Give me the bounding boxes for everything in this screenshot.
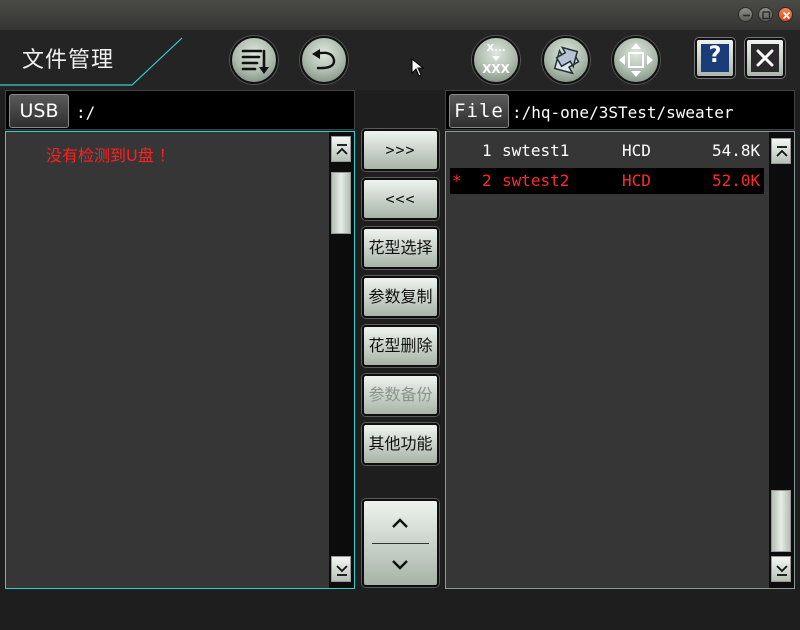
- page-title: 文件管理: [22, 48, 115, 73]
- usb-file-list[interactable]: 没有检测到U盘 ！: [5, 131, 355, 589]
- no-usb-message: 没有检测到U盘 ！: [46, 146, 175, 165]
- row-index: 2: [482, 171, 492, 190]
- sort-icon: [241, 49, 269, 74]
- chevron-down-icon: [392, 560, 408, 570]
- mouse-cursor-icon: [411, 58, 425, 77]
- row-size: 52.0K: [712, 171, 761, 190]
- sort-button[interactable]: [230, 36, 278, 84]
- file-row[interactable]: 1 swtest1 HCD 54.8K: [450, 138, 764, 164]
- row-name: swtest1: [502, 141, 570, 160]
- close-icon[interactable]: [778, 7, 793, 22]
- rename-button[interactable]: X... XXX: [472, 36, 520, 84]
- close-app-button[interactable]: [745, 38, 785, 78]
- file-path: :/hq-one/3STest/sweater: [512, 103, 734, 122]
- scroll-bottom-icon: [336, 565, 348, 576]
- file-list-area: 1 swtest1 HCD 54.8K * 2 swtest2 HCD 52.0…: [446, 132, 768, 588]
- scroll-top-icon: [336, 144, 348, 155]
- help-label: ?: [708, 43, 722, 68]
- copy-to-right-button[interactable]: >>>: [362, 129, 439, 171]
- back-button[interactable]: [300, 36, 348, 84]
- scroll-up-button[interactable]: [771, 138, 791, 164]
- scroll-down-button[interactable]: [771, 556, 791, 582]
- scroll-thumb[interactable]: [331, 172, 351, 234]
- scroll-top-icon: [776, 146, 788, 157]
- row-marker: *: [452, 171, 462, 190]
- chevron-up-icon: [392, 518, 408, 528]
- file-list[interactable]: 1 swtest1 HCD 54.8K * 2 swtest2 HCD 52.0…: [445, 131, 795, 589]
- row-name: swtest2: [502, 171, 570, 190]
- app-toolbar: 文件管理 X... XXX ?: [0, 30, 800, 90]
- page-up-button[interactable]: [364, 501, 437, 543]
- close-icon: [751, 44, 779, 72]
- fit-icon: [619, 43, 653, 77]
- scroll-thumb[interactable]: [771, 490, 791, 552]
- row-index: 1: [482, 141, 492, 160]
- title-tab: 文件管理: [0, 30, 190, 86]
- copy-to-left-button[interactable]: <<<: [362, 178, 439, 220]
- move-icon: [553, 46, 580, 75]
- minimize-icon[interactable]: [738, 7, 753, 22]
- file-scrollbar[interactable]: [769, 132, 794, 588]
- file-row-selected[interactable]: * 2 swtest2 HCD 52.0K: [450, 168, 764, 194]
- file-source-button[interactable]: File: [449, 94, 509, 128]
- pattern-select-button[interactable]: 花型选择: [362, 227, 439, 269]
- fit-button[interactable]: [612, 36, 660, 84]
- scroll-up-button[interactable]: [331, 136, 351, 162]
- usb-scrollbar[interactable]: [329, 132, 354, 588]
- scroll-bottom-icon: [776, 565, 788, 576]
- row-type: HCD: [622, 171, 651, 190]
- move-button[interactable]: [542, 36, 590, 84]
- pattern-delete-button[interactable]: 花型删除: [362, 325, 439, 367]
- other-functions-button[interactable]: 其他功能: [362, 423, 439, 465]
- row-type: HCD: [622, 141, 651, 160]
- row-size: 54.8K: [712, 141, 761, 160]
- scroll-down-button[interactable]: [331, 556, 351, 582]
- window-titlebar: [0, 0, 800, 30]
- help-button[interactable]: ?: [695, 38, 735, 78]
- back-icon: [312, 49, 336, 70]
- page-updown-control: [362, 499, 439, 587]
- rename-bottom-label: XXX: [482, 62, 510, 76]
- usb-source-button[interactable]: USB: [9, 94, 69, 128]
- usb-path: :/: [76, 103, 96, 122]
- param-backup-button[interactable]: 参数备份: [362, 374, 439, 416]
- file-path-bar: File :/hq-one/3STest/sweater: [445, 90, 795, 130]
- maximize-icon[interactable]: [758, 7, 773, 22]
- usb-path-bar: USB :/: [5, 90, 355, 130]
- param-copy-button[interactable]: 参数复制: [362, 276, 439, 318]
- page-down-button[interactable]: [364, 544, 437, 586]
